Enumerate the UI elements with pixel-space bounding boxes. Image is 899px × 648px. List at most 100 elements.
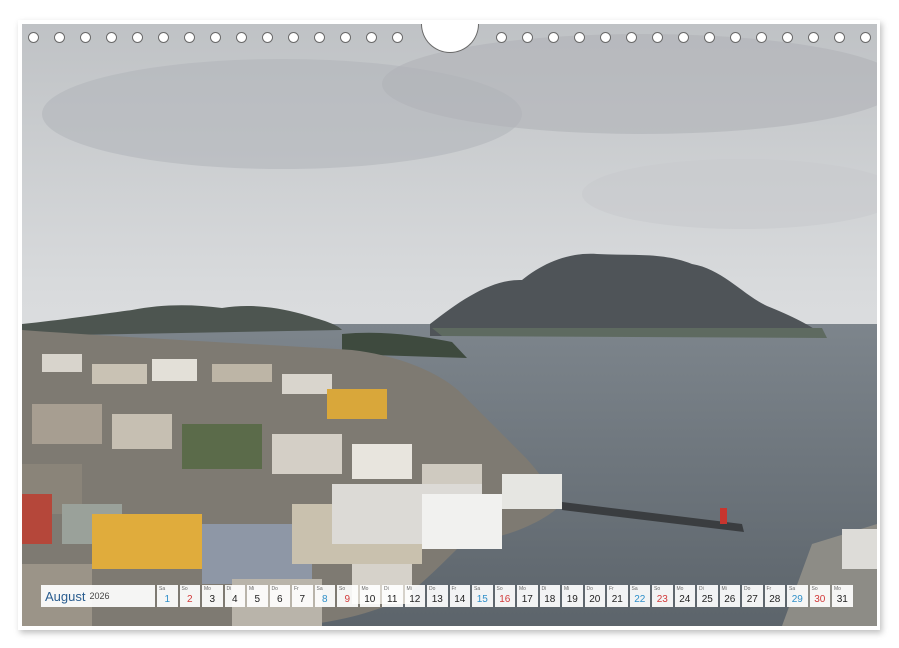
binding-hole	[54, 32, 65, 43]
binding-hole	[314, 32, 325, 43]
day-of-week: Fr	[766, 586, 772, 592]
binding-hole	[704, 32, 715, 43]
day-number: 15	[476, 594, 488, 605]
day-cells: Sa 1 So 2 Mo 3 Di 4 Mi 5 Do 6 Fr 7 Sa 8 So 9 Mo 10 Di 11 Mi 12 D…	[157, 585, 855, 607]
landscape-illustration	[22, 24, 877, 626]
day-of-week: So	[496, 586, 503, 592]
day-of-week: So	[339, 586, 346, 592]
day-number: 2	[186, 594, 193, 605]
binding-hole	[834, 32, 845, 43]
day-of-week: Do	[586, 586, 593, 592]
day-of-week: Mo	[834, 586, 841, 592]
binding-hole	[574, 32, 585, 43]
binding-hole	[80, 32, 91, 43]
harbor-town-panorama-photo	[22, 24, 877, 626]
binding-hole	[184, 32, 195, 43]
day-of-week: Mo	[361, 586, 369, 592]
day-cell: Mi 26	[719, 585, 740, 607]
day-cell: Di 25	[697, 585, 718, 607]
day-number: 18	[544, 594, 556, 605]
lighthouse	[720, 508, 727, 524]
binding-hole	[28, 32, 39, 43]
year-label: 2026	[89, 591, 110, 601]
day-number: 19	[566, 594, 578, 605]
binding-hole	[782, 32, 793, 43]
binding-hole	[756, 32, 767, 43]
binding-hole	[158, 32, 169, 43]
day-number: 25	[701, 594, 713, 605]
day-number: 14	[454, 594, 466, 605]
binding-hole	[860, 32, 871, 43]
day-cell: Mo 24	[674, 585, 695, 607]
binding-hole	[496, 32, 507, 43]
day-number: 12	[409, 594, 421, 605]
day-number: 27	[746, 594, 758, 605]
day-number: 6	[276, 594, 283, 605]
binding-hole	[236, 32, 247, 43]
day-number: 7	[299, 594, 306, 605]
day-number: 28	[769, 594, 781, 605]
binding-hole	[678, 32, 689, 43]
binding-hole	[210, 32, 221, 43]
day-number: 8	[321, 594, 328, 605]
day-cell: Mo 31	[832, 585, 853, 607]
day-of-week: Mo	[204, 586, 211, 592]
day-number: 22	[634, 594, 646, 605]
day-of-week: Do	[429, 586, 436, 592]
binding-hole	[600, 32, 611, 43]
day-number: 29	[791, 594, 803, 605]
day-cell: Sa 8	[314, 585, 335, 607]
day-cell: Sa 29	[787, 585, 808, 607]
day-cell: Sa 1	[157, 585, 178, 607]
day-of-week: Mo	[519, 586, 526, 592]
day-of-week: Di	[384, 586, 389, 592]
day-number: 9	[344, 594, 351, 605]
day-of-week: Fr	[609, 586, 614, 592]
day-cell: Fr 28	[764, 585, 785, 607]
binding-hole	[262, 32, 273, 43]
day-number: 3	[209, 594, 216, 605]
day-of-week: Di	[226, 586, 232, 592]
day-cell: So 30	[809, 585, 830, 607]
binding-hole	[522, 32, 533, 43]
day-number: 11	[387, 594, 398, 605]
day-of-week: So	[654, 586, 661, 592]
day-cell: So 2	[179, 585, 200, 607]
binding-hole	[340, 32, 351, 43]
binding-hole	[288, 32, 299, 43]
day-number: 5	[254, 594, 261, 605]
day-of-week: Mo	[676, 586, 684, 592]
day-number: 30	[814, 594, 826, 605]
binding-hole	[652, 32, 663, 43]
day-cell: Mi 12	[404, 585, 425, 607]
calendar-strip: August 2026 Sa 1 So 2 Mo 3 Di 4 Mi 5 Do 6 Fr 7 Sa 8 So 9 M…	[41, 585, 858, 607]
day-of-week: Do	[744, 586, 751, 592]
day-cell: So 23	[652, 585, 673, 607]
day-cell: Fr 7	[292, 585, 313, 607]
day-cell: So 9	[337, 585, 358, 607]
day-number: 16	[499, 594, 511, 605]
day-of-week: Do	[271, 586, 278, 592]
binding-hole	[132, 32, 143, 43]
day-of-week: Sa	[631, 586, 638, 592]
day-cell: Do 6	[269, 585, 290, 607]
day-number: 21	[611, 594, 623, 605]
day-cell: Fr 14	[449, 585, 470, 607]
right-building	[842, 529, 877, 569]
day-of-week: Di	[541, 586, 547, 592]
month-name: August	[45, 588, 86, 604]
binding-hole	[548, 32, 559, 43]
binding-hole	[106, 32, 117, 43]
day-of-week: Sa	[159, 586, 166, 592]
day-cell: Mi 19	[562, 585, 583, 607]
day-of-week: Di	[699, 586, 704, 592]
day-number: 17	[521, 594, 533, 605]
day-cell: Mi 5	[247, 585, 268, 607]
month-label: August 2026	[41, 585, 155, 607]
day-of-week: Sa	[474, 586, 481, 592]
day-of-week: Mi	[564, 586, 570, 592]
day-of-week: Fr	[451, 586, 457, 592]
day-number: 4	[231, 594, 238, 605]
day-cell: Sa 15	[472, 585, 493, 607]
binding-hole	[808, 32, 819, 43]
